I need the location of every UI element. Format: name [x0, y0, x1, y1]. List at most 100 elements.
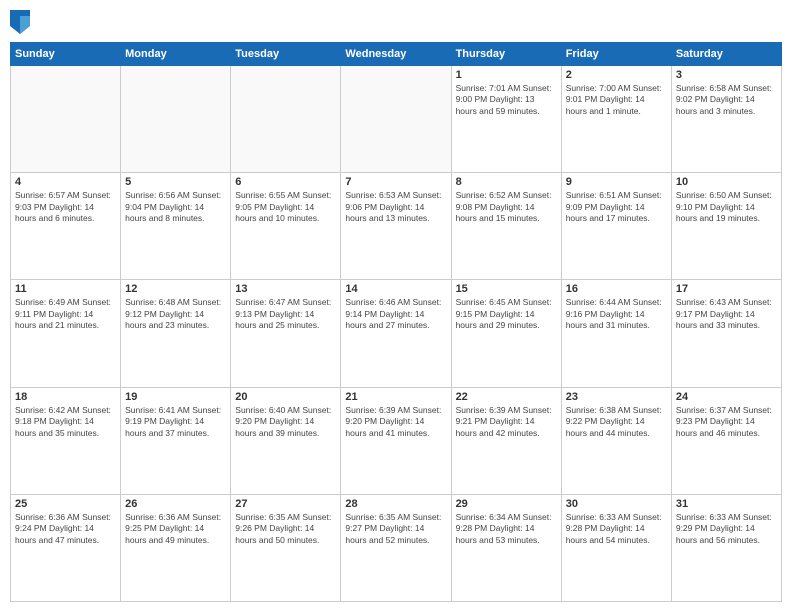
logo — [10, 10, 34, 34]
day-number: 26 — [125, 498, 226, 510]
day-detail: Sunrise: 7:00 AM Sunset: 9:01 PM Dayligh… — [566, 83, 667, 117]
calendar-cell — [231, 66, 341, 173]
day-detail: Sunrise: 6:49 AM Sunset: 9:11 PM Dayligh… — [15, 297, 116, 331]
day-detail: Sunrise: 6:50 AM Sunset: 9:10 PM Dayligh… — [676, 190, 777, 224]
day-number: 14 — [345, 283, 446, 295]
page: SundayMondayTuesdayWednesdayThursdayFrid… — [0, 0, 792, 612]
day-header-tuesday: Tuesday — [231, 43, 341, 66]
calendar-header-row: SundayMondayTuesdayWednesdayThursdayFrid… — [11, 43, 782, 66]
header — [10, 10, 782, 34]
day-detail: Sunrise: 6:40 AM Sunset: 9:20 PM Dayligh… — [235, 405, 336, 439]
calendar-cell: 29 Sunrise: 6:34 AM Sunset: 9:28 PM Dayli… — [451, 494, 561, 601]
day-number: 31 — [676, 498, 777, 510]
calendar-cell: 19Sunrise: 6:41 AM Sunset: 9:19 PM Dayli… — [121, 387, 231, 494]
day-detail: Sunrise: 6:38 AM Sunset: 9:22 PM Dayligh… — [566, 405, 667, 439]
day-number: 24 — [676, 391, 777, 403]
day-detail: Sunrise: 6:37 AM Sunset: 9:23 PM Dayligh… — [676, 405, 777, 439]
day-detail: Sunrise: 6:58 AM Sunset: 9:02 PM Dayligh… — [676, 83, 777, 117]
day-detail: Sunrise: 6:33 AM Sunset: 9:28 PM Dayligh… — [566, 512, 667, 546]
day-number: 30 — [566, 498, 667, 510]
day-number: 17 — [676, 283, 777, 295]
day-detail: Sunrise: 6:39 AM Sunset: 9:20 PM Dayligh… — [345, 405, 446, 439]
day-number: 29 — [456, 498, 557, 510]
day-detail: Sunrise: 6:33 AM Sunset: 9:29 PM Dayligh… — [676, 512, 777, 546]
calendar-cell — [121, 66, 231, 173]
day-detail: Sunrise: 6:35 AM Sunset: 9:27 PM Dayligh… — [345, 512, 446, 546]
calendar-week-5: 25 Sunrise: 6:36 AM Sunset: 9:24 PM Dayli… — [11, 494, 782, 601]
calendar-cell: 9 Sunrise: 6:51 AM Sunset: 9:09 PM Daylig… — [561, 173, 671, 280]
day-header-sunday: Sunday — [11, 43, 121, 66]
day-detail: Sunrise: 6:47 AM Sunset: 9:13 PM Dayligh… — [235, 297, 336, 331]
day-detail: Sunrise: 6:46 AM Sunset: 9:14 PM Dayligh… — [345, 297, 446, 331]
day-number: 6 — [235, 176, 336, 188]
calendar-cell: 5 Sunrise: 6:56 AM Sunset: 9:04 PM Daylig… — [121, 173, 231, 280]
day-number: 27 — [235, 498, 336, 510]
calendar-cell: 18 Sunrise: 6:42 AM Sunset: 9:18 PM Dayli… — [11, 387, 121, 494]
day-number: 16 — [566, 283, 667, 295]
day-number: 9 — [566, 176, 667, 188]
calendar-cell: 22 Sunrise: 6:39 AM Sunset: 9:21 PM Dayli… — [451, 387, 561, 494]
calendar-table: SundayMondayTuesdayWednesdayThursdayFrid… — [10, 42, 782, 602]
day-number: 1 — [456, 69, 557, 81]
day-detail: Sunrise: 6:51 AM Sunset: 9:09 PM Dayligh… — [566, 190, 667, 224]
day-number: 21 — [345, 391, 446, 403]
day-number: 11 — [15, 283, 116, 295]
day-detail: Sunrise: 6:34 AM Sunset: 9:28 PM Dayligh… — [456, 512, 557, 546]
day-header-wednesday: Wednesday — [341, 43, 451, 66]
calendar-cell: 20 Sunrise: 6:40 AM Sunset: 9:20 PM Dayli… — [231, 387, 341, 494]
day-detail: Sunrise: 6:35 AM Sunset: 9:26 PM Dayligh… — [235, 512, 336, 546]
day-detail: Sunrise: 6:52 AM Sunset: 9:08 PM Dayligh… — [456, 190, 557, 224]
calendar-cell: 13 Sunrise: 6:47 AM Sunset: 9:13 PM Dayli… — [231, 280, 341, 387]
day-number: 5 — [125, 176, 226, 188]
calendar-cell: 7 Sunrise: 6:53 AM Sunset: 9:06 PM Daylig… — [341, 173, 451, 280]
calendar-cell: 12Sunrise: 6:48 AM Sunset: 9:12 PM Dayli… — [121, 280, 231, 387]
calendar-cell: 23 Sunrise: 6:38 AM Sunset: 9:22 PM Dayli… — [561, 387, 671, 494]
day-detail: Sunrise: 6:36 AM Sunset: 9:24 PM Dayligh… — [15, 512, 116, 546]
calendar-cell: 6Sunrise: 6:55 AM Sunset: 9:05 PM Daylig… — [231, 173, 341, 280]
day-detail: Sunrise: 6:43 AM Sunset: 9:17 PM Dayligh… — [676, 297, 777, 331]
day-number: 8 — [456, 176, 557, 188]
calendar-cell: 8 Sunrise: 6:52 AM Sunset: 9:08 PM Daylig… — [451, 173, 561, 280]
day-number: 7 — [345, 176, 446, 188]
calendar-cell: 17 Sunrise: 6:43 AM Sunset: 9:17 PM Dayli… — [671, 280, 781, 387]
calendar-cell: 28 Sunrise: 6:35 AM Sunset: 9:27 PM Dayli… — [341, 494, 451, 601]
day-detail: Sunrise: 6:48 AM Sunset: 9:12 PM Dayligh… — [125, 297, 226, 331]
calendar-cell: 2 Sunrise: 7:00 AM Sunset: 9:01 PM Daylig… — [561, 66, 671, 173]
calendar-cell: 21 Sunrise: 6:39 AM Sunset: 9:20 PM Dayli… — [341, 387, 451, 494]
day-header-friday: Friday — [561, 43, 671, 66]
day-detail: Sunrise: 6:44 AM Sunset: 9:16 PM Dayligh… — [566, 297, 667, 331]
day-number: 18 — [15, 391, 116, 403]
day-number: 13 — [235, 283, 336, 295]
day-header-monday: Monday — [121, 43, 231, 66]
calendar-cell: 4Sunrise: 6:57 AM Sunset: 9:03 PM Daylig… — [11, 173, 121, 280]
day-detail: Sunrise: 6:36 AM Sunset: 9:25 PM Dayligh… — [125, 512, 226, 546]
day-detail: Sunrise: 6:39 AM Sunset: 9:21 PM Dayligh… — [456, 405, 557, 439]
calendar-cell: 16 Sunrise: 6:44 AM Sunset: 9:16 PM Dayli… — [561, 280, 671, 387]
day-number: 3 — [676, 69, 777, 81]
calendar-cell: 25 Sunrise: 6:36 AM Sunset: 9:24 PM Dayli… — [11, 494, 121, 601]
day-number: 22 — [456, 391, 557, 403]
day-detail: Sunrise: 6:56 AM Sunset: 9:04 PM Dayligh… — [125, 190, 226, 224]
day-number: 28 — [345, 498, 446, 510]
day-header-thursday: Thursday — [451, 43, 561, 66]
day-detail: Sunrise: 6:42 AM Sunset: 9:18 PM Dayligh… — [15, 405, 116, 439]
day-number: 19 — [125, 391, 226, 403]
calendar-week-3: 11 Sunrise: 6:49 AM Sunset: 9:11 PM Dayli… — [11, 280, 782, 387]
calendar-cell: 10 Sunrise: 6:50 AM Sunset: 9:10 PM Dayli… — [671, 173, 781, 280]
calendar-cell: 1 Sunrise: 7:01 AM Sunset: 9:00 PM Daylig… — [451, 66, 561, 173]
calendar-week-2: 4Sunrise: 6:57 AM Sunset: 9:03 PM Daylig… — [11, 173, 782, 280]
day-detail: Sunrise: 7:01 AM Sunset: 9:00 PM Dayligh… — [456, 83, 557, 117]
calendar-cell — [341, 66, 451, 173]
day-number: 15 — [456, 283, 557, 295]
day-number: 25 — [15, 498, 116, 510]
day-number: 20 — [235, 391, 336, 403]
calendar-cell: 3 Sunrise: 6:58 AM Sunset: 9:02 PM Daylig… — [671, 66, 781, 173]
day-number: 23 — [566, 391, 667, 403]
calendar-cell — [11, 66, 121, 173]
calendar-cell: 15Sunrise: 6:45 AM Sunset: 9:15 PM Dayli… — [451, 280, 561, 387]
calendar-week-1: 1 Sunrise: 7:01 AM Sunset: 9:00 PM Daylig… — [11, 66, 782, 173]
logo-icon — [10, 10, 30, 34]
day-detail: Sunrise: 6:53 AM Sunset: 9:06 PM Dayligh… — [345, 190, 446, 224]
day-number: 10 — [676, 176, 777, 188]
day-number: 2 — [566, 69, 667, 81]
